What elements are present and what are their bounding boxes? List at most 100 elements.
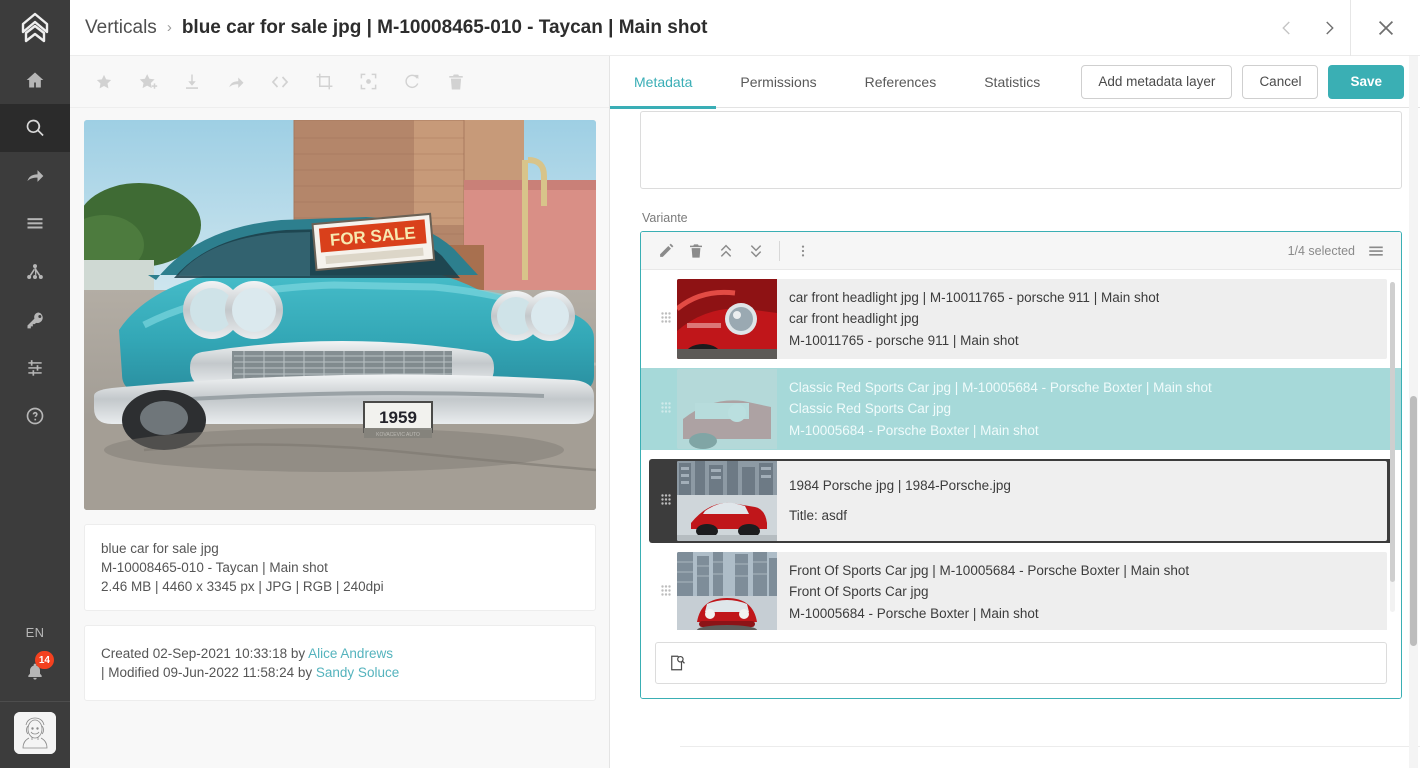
language-switcher[interactable]: EN: [0, 615, 70, 649]
variant-search-input[interactable]: [655, 642, 1387, 684]
modified-label: | Modified 09-Jun-2022 11:58:24 by: [101, 665, 316, 680]
favorite-button[interactable]: [82, 60, 126, 104]
variant-row-body[interactable]: 1984 Porsche jpg | 1984-Porsche.jpg Titl…: [677, 461, 1387, 541]
asset-pager: [1266, 0, 1350, 56]
variant-line-2: Classic Red Sports Car jpg: [789, 401, 952, 417]
variant-row-text: car front headlight jpg | M-10011765 - p…: [777, 279, 1171, 359]
close-button[interactable]: [1350, 0, 1420, 56]
variant-line-3: M-10011765 - porsche 911 | Main shot: [789, 332, 1019, 348]
sidebar-item-taxonomy[interactable]: [0, 248, 70, 296]
close-icon: [1378, 20, 1393, 35]
variant-widget: 1/4 selected car front headlight jpg | M…: [640, 231, 1402, 699]
hamburger-menu-icon: [1369, 246, 1383, 256]
drag-handle-icon[interactable]: [655, 461, 677, 541]
table-row[interactable]: Classic Red Sports Car jpg | M-10005684 …: [641, 368, 1401, 450]
variant-toolbar-right: 1/4 selected: [1288, 236, 1391, 266]
crop-button[interactable]: [302, 60, 346, 104]
variant-field-label: Variante: [642, 211, 688, 225]
sidebar-item-home[interactable]: [0, 56, 70, 104]
sidebar-item-settings[interactable]: [0, 344, 70, 392]
delete-button[interactable]: [434, 60, 478, 104]
tab-statistics[interactable]: Statistics: [960, 56, 1064, 108]
table-row[interactable]: Front Of Sports Car jpg | M-10005684 - P…: [655, 552, 1387, 630]
variant-row-text: 1984 Porsche jpg | 1984-Porsche.jpg Titl…: [777, 461, 1023, 541]
more-vertical-icon: [801, 245, 805, 256]
tabbar-actions: Add metadata layer Cancel Save: [1081, 64, 1420, 99]
variant-row-body[interactable]: Front Of Sports Car jpg | M-10005684 - P…: [677, 552, 1387, 630]
sidebar-item-permissions[interactable]: [0, 296, 70, 344]
variant-list[interactable]: car front headlight jpg | M-10011765 - p…: [641, 270, 1401, 630]
avatar[interactable]: [14, 712, 56, 754]
metadata-form-scroll: Variante 1/4 selected car front headligh…: [610, 108, 1420, 768]
tab-permissions[interactable]: Permissions: [716, 56, 840, 108]
add-to-collection-button[interactable]: [126, 60, 170, 104]
left-nav-rail: EN 14: [0, 0, 70, 768]
share-button[interactable]: [214, 60, 258, 104]
asset-preview[interactable]: FOR SALE 1959 KOVACEVIC AUTO: [84, 120, 596, 510]
variant-list-scrollbar[interactable]: [1390, 282, 1395, 612]
tab-metadata[interactable]: Metadata: [610, 56, 717, 109]
star-plus-icon: [139, 73, 158, 89]
asset-detail-scroll: FOR SALE 1959 KOVACEVIC AUTO blue car fo…: [70, 108, 609, 768]
embed-code-button[interactable]: [258, 60, 302, 104]
trash-icon: [690, 243, 702, 258]
add-metadata-layer-button[interactable]: Add metadata layer: [1081, 64, 1233, 99]
asset-technical-info: 2.46 MB | 4460 x 3345 px | JPG | RGB | 2…: [101, 579, 384, 594]
table-row[interactable]: 1984 Porsche jpg | 1984-Porsche.jpg Titl…: [649, 459, 1393, 543]
toolbar-divider: [779, 240, 780, 261]
created-by-link[interactable]: Alice Andrews: [308, 646, 393, 661]
variant-list-scrollbar-thumb[interactable]: [1390, 282, 1395, 582]
metadata-textarea-field[interactable]: [640, 111, 1402, 189]
page-scrollbar-thumb[interactable]: [1410, 396, 1417, 646]
sidebar-item-share[interactable]: [0, 152, 70, 200]
next-asset-button[interactable]: [1308, 0, 1350, 56]
bottom-strip: [680, 746, 1420, 768]
variant-menu-button[interactable]: [1361, 236, 1391, 266]
focus-point-button[interactable]: [346, 60, 390, 104]
sidebar-item-jobs[interactable]: [0, 200, 70, 248]
drag-handle-icon[interactable]: [655, 369, 677, 449]
created-line: Created 02-Sep-2021 10:33:18 by Alice An…: [101, 644, 579, 663]
double-chevron-down-icon: [750, 244, 762, 257]
save-button[interactable]: Save: [1328, 64, 1404, 99]
asset-filename: blue car for sale jpg: [101, 541, 219, 556]
breadcrumb-root[interactable]: Verticals: [85, 17, 157, 39]
asset-identifier: M-10008465-010 - Taycan | Main shot: [101, 560, 328, 575]
document-search-icon: [671, 655, 685, 671]
variant-line-2: car front headlight jpg: [789, 311, 919, 327]
modified-line: | Modified 09-Jun-2022 11:58:24 by Sandy…: [101, 663, 579, 682]
variant-delete-button[interactable]: [681, 236, 711, 266]
drag-handle-icon[interactable]: [655, 279, 677, 359]
prev-asset-button[interactable]: [1266, 0, 1308, 56]
variant-line-3: M-10005684 - Porsche Boxter | Main shot: [789, 422, 1039, 438]
variant-row-text: Classic Red Sports Car jpg | M-10005684 …: [777, 369, 1224, 449]
variant-row-text: Front Of Sports Car jpg | M-10005684 - P…: [777, 552, 1201, 630]
metadata-pane: Metadata Permissions References Statisti…: [610, 56, 1420, 768]
sidebar-item-help[interactable]: [0, 392, 70, 440]
download-button[interactable]: [170, 60, 214, 104]
replace-asset-button[interactable]: [390, 60, 434, 104]
cancel-button[interactable]: Cancel: [1242, 64, 1319, 99]
notification-badge: 14: [34, 651, 54, 669]
variant-edit-button[interactable]: [651, 236, 681, 266]
variant-move-top-button[interactable]: [711, 236, 741, 266]
sidebar-item-search[interactable]: [0, 104, 70, 152]
variant-toolbar: 1/4 selected: [641, 232, 1401, 270]
variant-row-body[interactable]: Classic Red Sports Car jpg | M-10005684 …: [677, 369, 1387, 449]
variant-move-bottom-button[interactable]: [741, 236, 771, 266]
variant-search-field[interactable]: [694, 655, 1374, 671]
variant-more-button[interactable]: [788, 236, 818, 266]
variant-selected-count: 1/4 selected: [1287, 243, 1355, 258]
star-icon: [96, 74, 112, 88]
brand-logo-icon[interactable]: [0, 0, 70, 56]
tab-references[interactable]: References: [841, 56, 961, 108]
variant-row-body[interactable]: car front headlight jpg | M-10011765 - p…: [677, 279, 1387, 359]
notifications-button[interactable]: 14: [0, 649, 70, 695]
variant-line-2: Title: asdf: [789, 508, 848, 523]
drag-handle-icon[interactable]: [655, 552, 677, 630]
table-row[interactable]: car front headlight jpg | M-10011765 - p…: [655, 279, 1387, 359]
trash-icon: [449, 74, 463, 89]
variant-thumbnail: [677, 552, 777, 630]
page-scrollbar[interactable]: [1409, 56, 1418, 768]
modified-by-link[interactable]: Sandy Soluce: [316, 665, 399, 680]
